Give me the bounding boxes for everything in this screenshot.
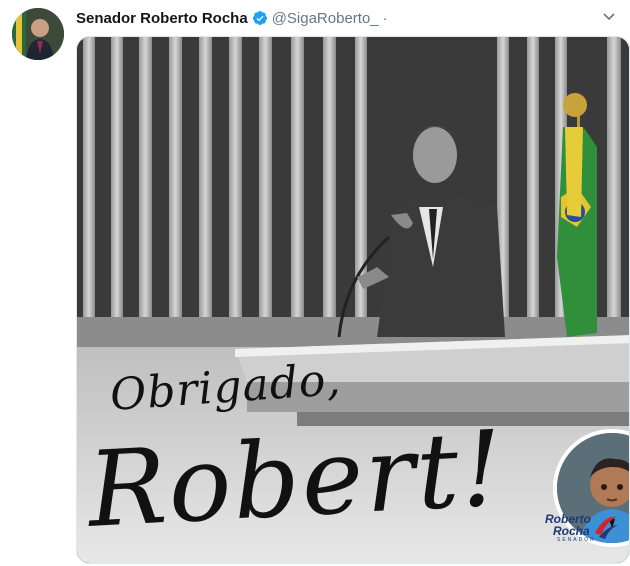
tweet-header: Senador Roberto Rocha @SigaRoberto_ · bbox=[76, 8, 616, 28]
display-name[interactable]: Senador Roberto Rocha bbox=[76, 10, 248, 27]
image-text-robert: Robert! bbox=[85, 407, 508, 551]
separator: · bbox=[382, 9, 388, 27]
logo-swoosh-icon bbox=[595, 516, 618, 539]
verified-badge-icon bbox=[252, 10, 268, 26]
user-handle[interactable]: @SigaRoberto_ bbox=[272, 10, 379, 27]
avatar[interactable] bbox=[12, 8, 64, 60]
logo-mark: Roberto Rocha SENADOR bbox=[545, 513, 619, 553]
chevron-down-icon[interactable] bbox=[602, 10, 616, 24]
avatar-image bbox=[12, 8, 64, 60]
